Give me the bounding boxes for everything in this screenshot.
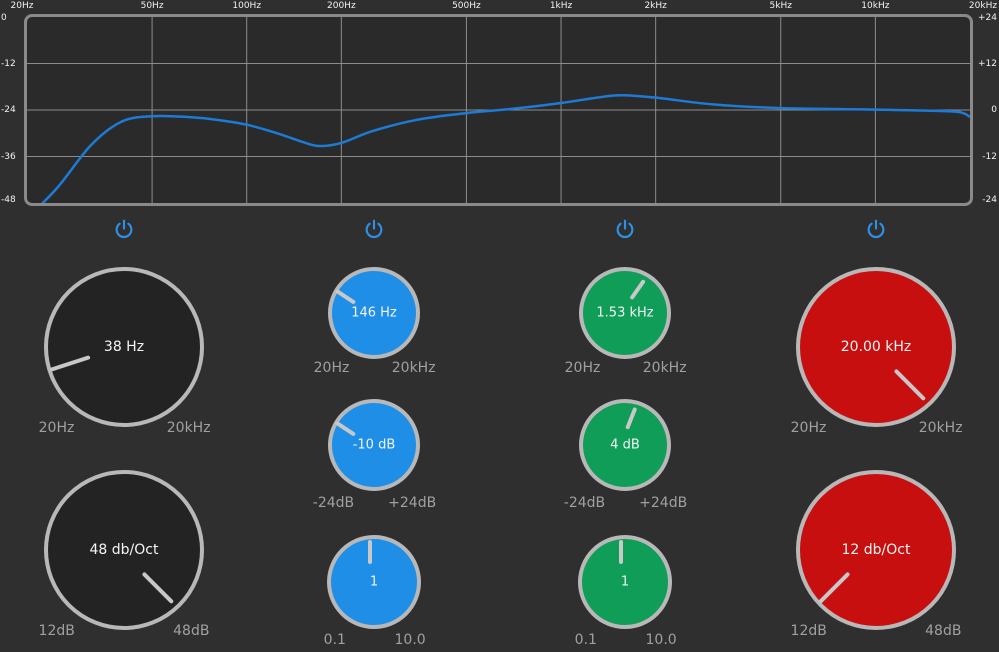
range-min-label: 12dB	[38, 623, 75, 639]
power-icon[interactable]	[865, 218, 887, 240]
power-icon[interactable]	[113, 218, 135, 240]
freq-tick-label: 200Hz	[326, 1, 356, 11]
low-cut-slope-knob[interactable]: 48 db/Oct	[44, 470, 204, 630]
knob-pointer	[141, 571, 174, 604]
knob-value: 1	[369, 574, 379, 590]
knob-pointer	[334, 288, 357, 305]
knob-value: 1	[620, 574, 630, 590]
freq-tick-label: 1kHz	[549, 1, 573, 11]
freq-tick-label: 100Hz	[232, 1, 262, 11]
knob-pointer	[619, 540, 623, 564]
freq-tick-label: 20kHz	[968, 1, 998, 11]
knob-pointer	[629, 278, 647, 300]
freq-tick-label: 50Hz	[140, 1, 164, 11]
eq-plugin-window: 20Hz 50Hz 100Hz 200Hz 500Hz 1kHz 2kHz 5kHz 10kHz…	[0, 0, 999, 652]
peak-2-freq-knob[interactable]: 1.53 kHz	[579, 267, 671, 359]
db-tick-label-left: -48	[1, 195, 16, 205]
freq-tick-label: 10kHz	[861, 1, 890, 11]
range-max-label: +24dB	[639, 495, 688, 511]
range-min-label: 12dB	[790, 623, 827, 639]
range-max-label: 20kHz	[166, 420, 211, 436]
knob-value: 48 db/Oct	[89, 542, 159, 558]
range-min-label: 20Hz	[564, 360, 601, 376]
freq-tick-label: 5kHz	[769, 1, 792, 11]
db-tick-label-right: -24	[982, 195, 997, 205]
knob-pointer	[334, 420, 357, 437]
knob-value: 4 dB	[610, 437, 640, 453]
freq-tick-label: 20Hz	[10, 1, 34, 11]
knob-pointer	[368, 540, 372, 564]
range-min-label: 20Hz	[790, 420, 827, 436]
range-max-label: 48dB	[925, 623, 962, 639]
knob-pointer	[625, 406, 638, 430]
range-min-label: 0.1	[574, 632, 597, 648]
db-tick-label-left: -24	[1, 105, 16, 115]
range-min-label: -24dB	[563, 495, 606, 511]
knob-value: 38 Hz	[103, 339, 145, 355]
freq-tick-label: 2kHz	[644, 1, 667, 11]
knob-pointer	[49, 354, 91, 372]
range-min-label: 0.1	[323, 632, 346, 648]
graph-frame	[24, 14, 973, 206]
high-cut-slope-knob[interactable]: 12 db/Oct	[796, 470, 956, 630]
range-min-label: 20Hz	[38, 420, 75, 436]
knob-value: 12 db/Oct	[841, 542, 911, 558]
range-max-label: 20kHz	[642, 360, 687, 376]
range-max-label: 10.0	[394, 632, 426, 648]
range-max-label: 10.0	[645, 632, 677, 648]
knob-value: 20.00 kHz	[840, 339, 912, 355]
knob-pointer	[818, 571, 851, 604]
peak-2-q-knob[interactable]: 1	[578, 535, 672, 629]
db-tick-label-left: -36	[1, 151, 16, 162]
peak-1-q-knob[interactable]: 1	[327, 535, 421, 629]
db-tick-label-left: 0	[1, 13, 7, 23]
range-max-label: 48dB	[173, 623, 210, 639]
graph-canvas	[27, 17, 970, 203]
range-max-label: 20kHz	[391, 360, 436, 376]
range-min-label: -24dB	[312, 495, 355, 511]
db-tick-label-right: 0	[991, 105, 997, 115]
peak-2-gain-knob[interactable]: 4 dB	[579, 399, 671, 491]
power-icon[interactable]	[363, 218, 385, 240]
range-max-label: +24dB	[388, 495, 437, 511]
range-max-label: 20kHz	[918, 420, 963, 436]
range-min-label: 20Hz	[313, 360, 350, 376]
db-tick-label-left: -12	[1, 58, 16, 69]
freq-tick-label: 500Hz	[452, 1, 481, 11]
peak-1-gain-knob[interactable]: -10 dB	[328, 399, 420, 491]
high-cut-freq-knob[interactable]: 20.00 kHz	[796, 267, 956, 427]
response-curve	[41, 94, 970, 203]
knob-pointer	[893, 368, 926, 401]
db-tick-label-right: -12	[982, 151, 997, 162]
knob-value: -10 dB	[352, 437, 396, 453]
peak-1-freq-knob[interactable]: 146 Hz	[328, 267, 420, 359]
low-cut-freq-knob[interactable]: 38 Hz	[44, 267, 204, 427]
power-icon[interactable]	[614, 218, 636, 240]
db-tick-label-right: +24	[978, 13, 997, 23]
knob-value: 1.53 kHz	[596, 305, 654, 321]
knob-value: 146 Hz	[351, 305, 397, 321]
db-tick-label-right: +12	[978, 58, 997, 69]
